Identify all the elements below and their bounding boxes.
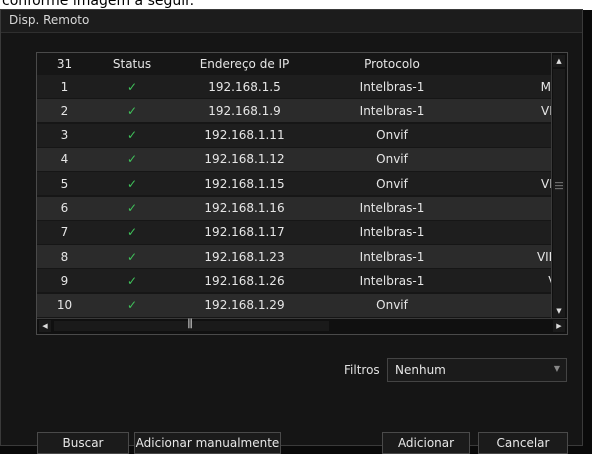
chevron-down-icon: ▼	[553, 364, 560, 373]
row-number: 6	[60, 201, 69, 215]
checkmark-icon: ✓	[126, 176, 138, 191]
grip-icon: ― ― ―	[555, 178, 563, 193]
scroll-down-icon[interactable]: ▼	[553, 305, 565, 317]
filter-value: Nenhum	[395, 363, 446, 377]
table-row[interactable]: 2 ✓ 192.168.1.9 Intelbras-1 VIP	[37, 99, 552, 123]
row-ip-address: 192.168.1.23	[204, 249, 285, 264]
row-protocol: Onvif	[376, 298, 408, 313]
scroll-right-icon[interactable]: ▶	[553, 320, 565, 332]
row-protocol: Onvif	[376, 176, 408, 191]
table-row[interactable]: 8 ✓ 192.168.1.23 Intelbras-1 VIP-	[37, 245, 552, 269]
header-extra[interactable]	[467, 53, 552, 75]
row-number: 3	[60, 128, 69, 143]
table-row[interactable]: 9 ✓ 192.168.1.26 Intelbras-1 VI	[37, 269, 552, 293]
row-extra: V	[467, 221, 553, 243]
row-extra	[467, 124, 552, 146]
table-row[interactable]: 7 ✓ 192.168.1.17 Intelbras-1 V	[37, 220, 553, 244]
dialog-title-bar: Disp. Remoto	[1, 10, 582, 33]
checkmark-icon: ✓	[126, 201, 138, 215]
row-number: 7	[60, 225, 69, 240]
row-extra	[467, 294, 552, 316]
row-protocol: Intelbras-1	[359, 103, 425, 118]
row-extra: VI	[467, 270, 552, 292]
row-extra: MH	[540, 79, 552, 94]
caption-text: conforme imagem a seguir.	[2, 0, 195, 9]
row-ip-address: 192.168.1.26	[204, 273, 285, 288]
vertical-scroll-thumb[interactable]: ― ― ―	[553, 69, 565, 307]
table-row[interactable]: 4 ✓ 192.168.1.12 Onvif	[37, 147, 552, 171]
dialog-title: Disp. Remoto	[9, 13, 90, 27]
checkmark-icon: ✓	[126, 225, 138, 240]
grip-icon: |||	[187, 318, 193, 329]
header-status[interactable]: Status	[92, 53, 172, 75]
row-protocol: Onvif	[376, 128, 408, 143]
table-row[interactable]: 5 ✓ 192.168.1.15 Onvif VIP	[37, 172, 552, 196]
header-ip-address[interactable]: Endereço de IP	[172, 53, 317, 75]
checkmark-icon: ✓	[126, 79, 138, 94]
horizontal-scroll-thumb[interactable]: |||	[54, 318, 329, 331]
row-number: 4	[60, 152, 69, 167]
add-manually-button[interactable]: Adicionar manualmente	[134, 432, 281, 454]
row-ip-address: 192.168.1.9	[208, 103, 281, 118]
row-extra: VIP	[541, 103, 552, 118]
row-protocol: Intelbras-1	[359, 225, 425, 240]
row-extra: V	[467, 197, 553, 219]
vertical-scrollbar[interactable]: ▲ ― ― ― ▼	[551, 53, 567, 319]
row-extra: VIP-	[536, 249, 552, 264]
checkmark-icon: ✓	[126, 273, 138, 288]
row-number: 9	[60, 273, 69, 288]
device-table: 31 Status Endereço de IP Protocolo 1 ✓ 192…	[36, 52, 568, 335]
table-header: 31 Status Endereço de IP Protocolo	[37, 53, 552, 75]
row-number: 5	[60, 176, 69, 191]
header-protocol[interactable]: Protocolo	[317, 53, 467, 75]
cancel-button[interactable]: Cancelar	[478, 432, 568, 454]
row-protocol: Intelbras-1	[359, 79, 425, 94]
row-ip-address: 192.168.1.15	[204, 176, 285, 191]
filter-dropdown[interactable]: Nenhum ▼	[387, 358, 567, 382]
row-ip-address: 192.168.1.5	[208, 79, 281, 94]
row-number: 8	[60, 249, 69, 264]
table-row[interactable]: 1 ✓ 192.168.1.5 Intelbras-1 MH	[37, 75, 552, 98]
row-ip-address: 192.168.1.12	[204, 152, 285, 167]
row-protocol: Intelbras-1	[359, 201, 425, 215]
checkmark-icon: ✓	[126, 128, 138, 143]
row-number: 1	[60, 79, 69, 94]
scroll-up-icon[interactable]: ▲	[553, 55, 565, 67]
row-extra	[467, 148, 552, 170]
row-number: 2	[60, 103, 69, 118]
filter-label: Filtros	[344, 363, 380, 377]
checkmark-icon: ✓	[126, 298, 138, 313]
row-ip-address: 192.168.1.11	[204, 128, 285, 143]
row-extra: VIP	[541, 176, 552, 191]
table-row[interactable]: 10 ✓ 192.168.1.29 Onvif	[37, 293, 552, 317]
table-row[interactable]: 3 ✓ 192.168.1.11 Onvif	[37, 123, 552, 147]
row-ip-address: 192.168.1.17	[204, 225, 285, 240]
row-protocol: Onvif	[376, 152, 408, 167]
row-ip-address: 192.168.1.29	[204, 298, 285, 313]
search-button[interactable]: Buscar	[37, 432, 129, 454]
row-number: 10	[56, 298, 73, 313]
header-count[interactable]: 31	[37, 53, 92, 75]
row-protocol: Intelbras-1	[359, 273, 425, 288]
add-button[interactable]: Adicionar	[382, 432, 470, 454]
table-row[interactable]: 6 ✓ 192.168.1.16 Intelbras-1 V	[37, 196, 553, 220]
row-protocol: Intelbras-1	[359, 249, 425, 264]
checkmark-icon: ✓	[126, 249, 138, 264]
checkmark-icon: ✓	[126, 152, 138, 167]
row-ip-address: 192.168.1.16	[204, 201, 285, 215]
checkmark-icon: ✓	[126, 103, 138, 118]
scroll-left-icon[interactable]: ◀	[39, 320, 51, 332]
remote-devices-dialog: Disp. Remoto 31 Status Endereço de IP Pr…	[0, 9, 583, 454]
horizontal-scrollbar[interactable]: ◀ ||| ▶	[37, 318, 567, 334]
